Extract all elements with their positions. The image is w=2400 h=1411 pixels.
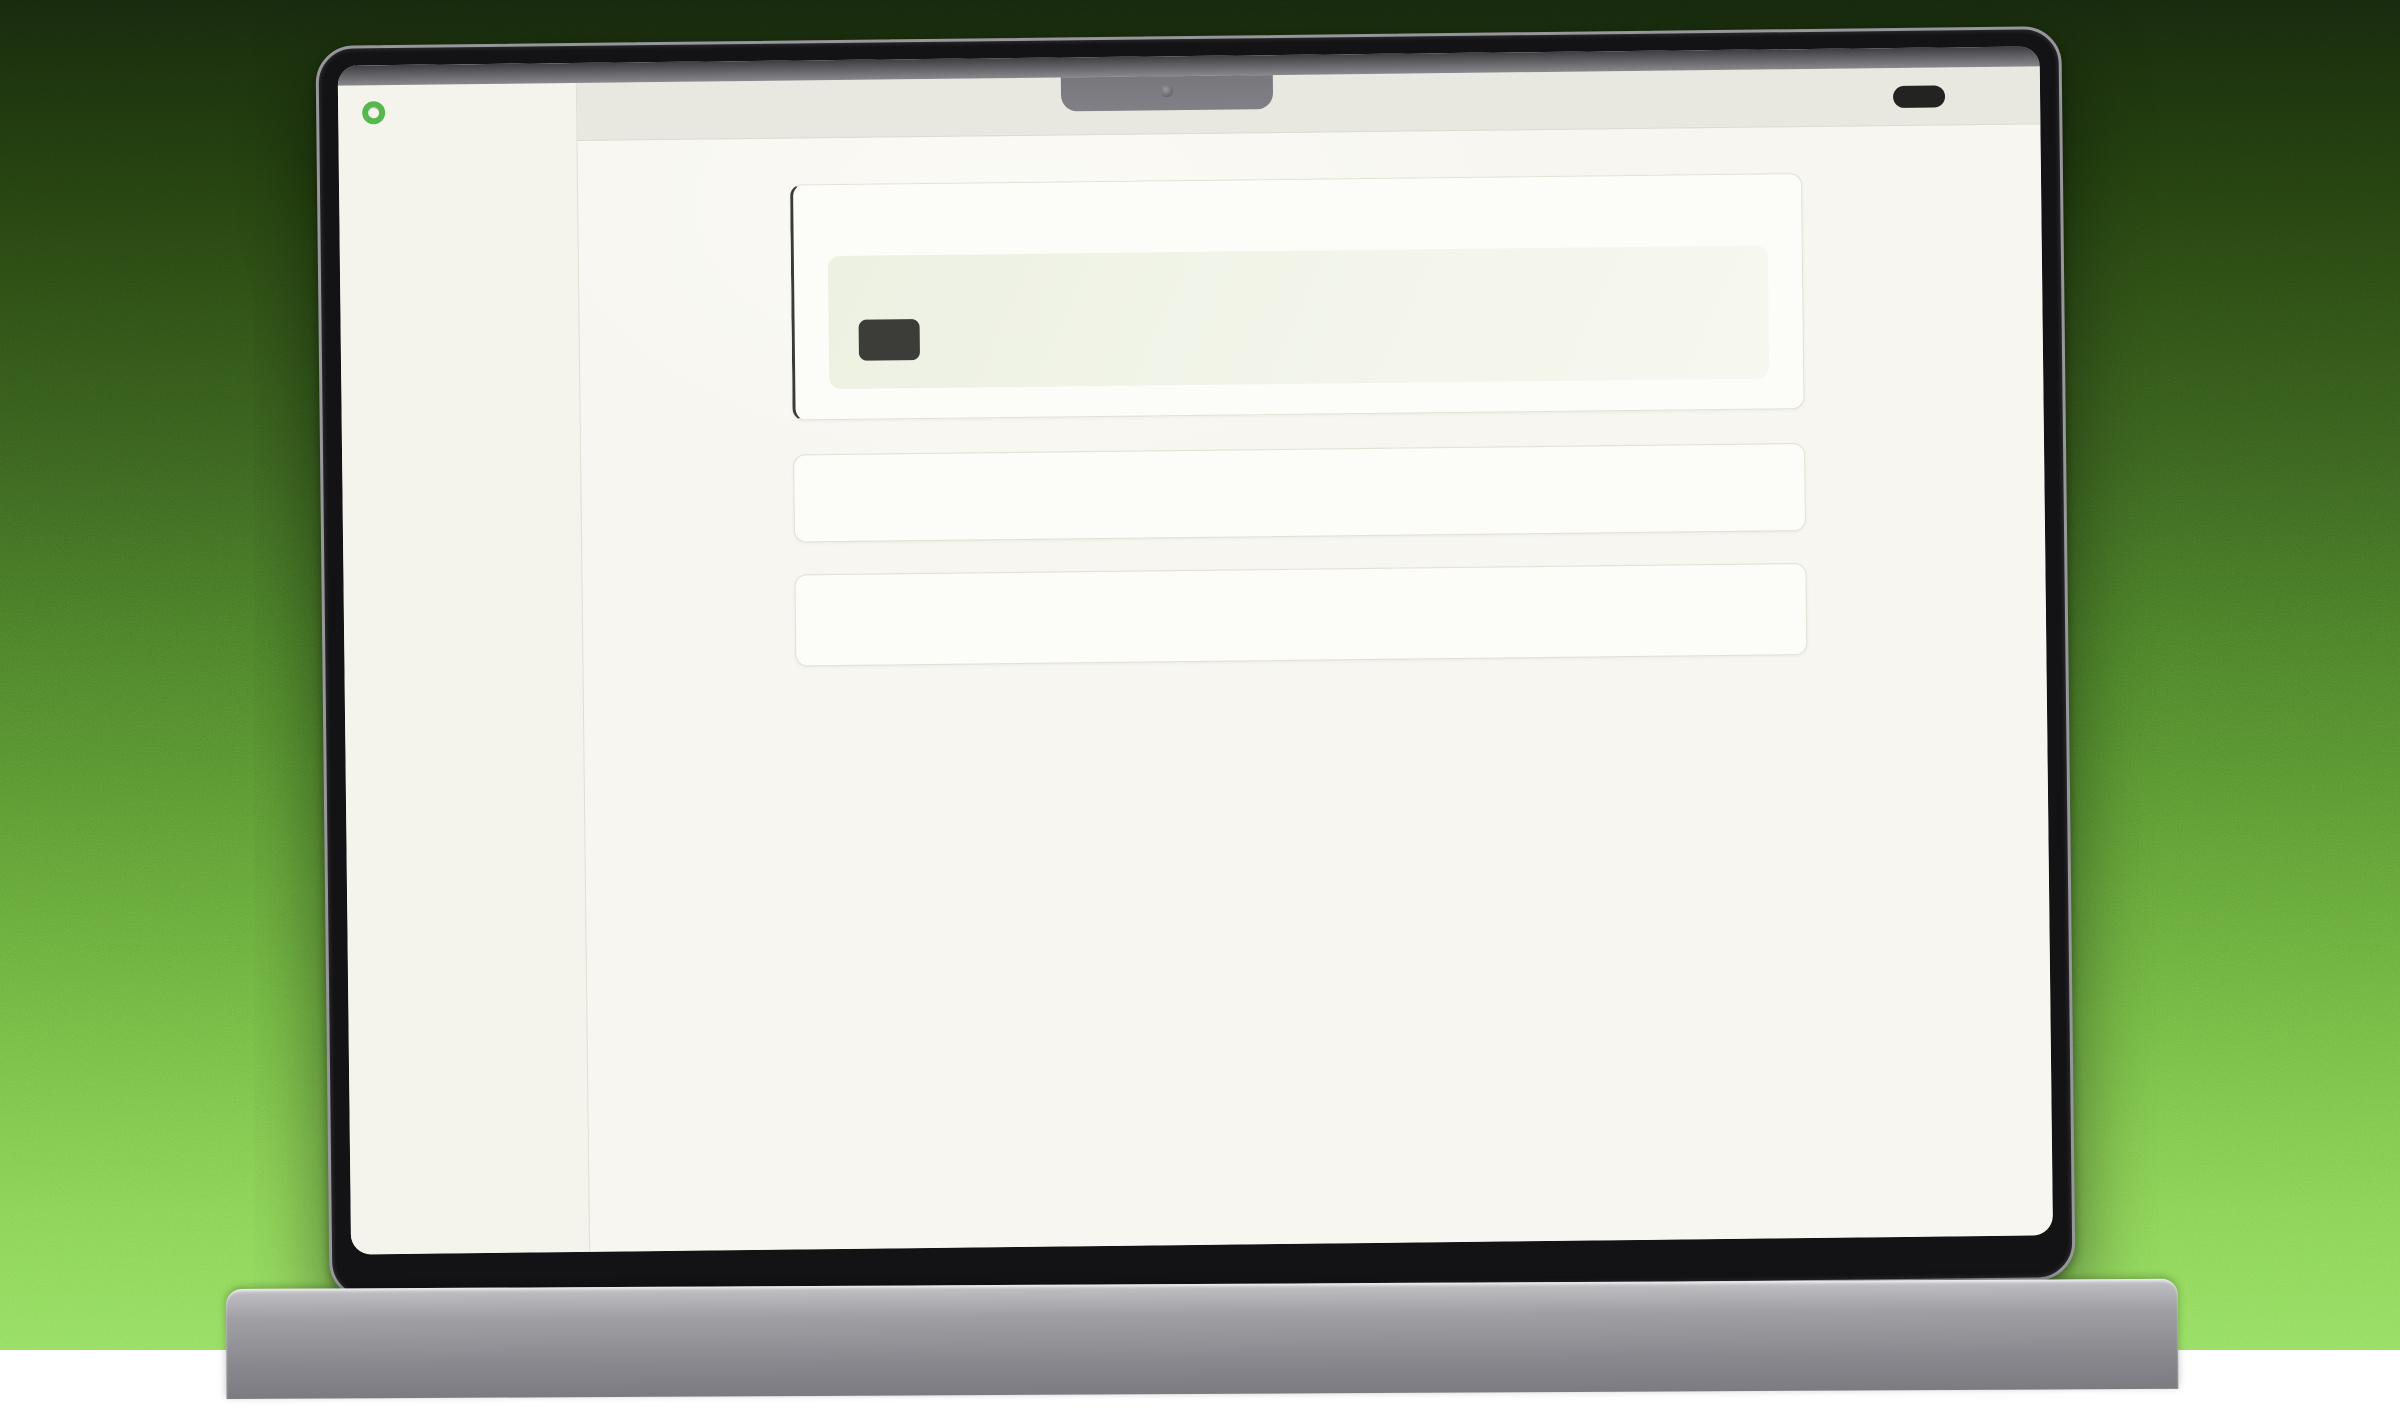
laptop-mockup bbox=[315, 18, 2070, 1360]
manage-account-body bbox=[858, 286, 1738, 296]
manage-account-box bbox=[828, 245, 1769, 389]
laptop-keyboard-deck bbox=[226, 1279, 2179, 1399]
subscription-title bbox=[836, 594, 1766, 605]
account-portal-description bbox=[828, 233, 1768, 244]
keyboard-row-fn bbox=[292, 1291, 2112, 1301]
sidebar-toggle-icon[interactable] bbox=[625, 100, 646, 121]
subscription-card bbox=[794, 563, 1807, 666]
topbar-actions bbox=[1865, 84, 1994, 107]
laptop-screen bbox=[315, 26, 2075, 1300]
webcam-dot bbox=[1161, 85, 1173, 97]
main-area bbox=[577, 124, 2053, 1252]
content-column bbox=[790, 173, 1807, 666]
open-account-portal-button[interactable] bbox=[859, 319, 920, 361]
keyboard-keys bbox=[292, 1291, 2112, 1325]
theme-toggle-sun-icon[interactable] bbox=[1973, 85, 1994, 106]
account-portal-header bbox=[827, 200, 1767, 234]
external-link-icon bbox=[887, 332, 902, 347]
laptop-display bbox=[338, 46, 2053, 1254]
signup-button[interactable] bbox=[1893, 85, 1945, 108]
sidebar bbox=[338, 63, 590, 1255]
features-grid bbox=[835, 500, 1765, 511]
person-icon bbox=[827, 211, 850, 234]
features-title bbox=[834, 474, 1764, 485]
features-card bbox=[793, 443, 1806, 542]
features-subtitle bbox=[835, 483, 1765, 494]
manage-account-title bbox=[858, 272, 1738, 282]
keyboard-row-letters bbox=[292, 1307, 2112, 1317]
camera-notch bbox=[1061, 75, 1273, 111]
brand-ring-icon bbox=[362, 101, 385, 124]
account-portal-card bbox=[790, 173, 1805, 420]
keyboard-row-numbers bbox=[292, 1299, 2112, 1309]
